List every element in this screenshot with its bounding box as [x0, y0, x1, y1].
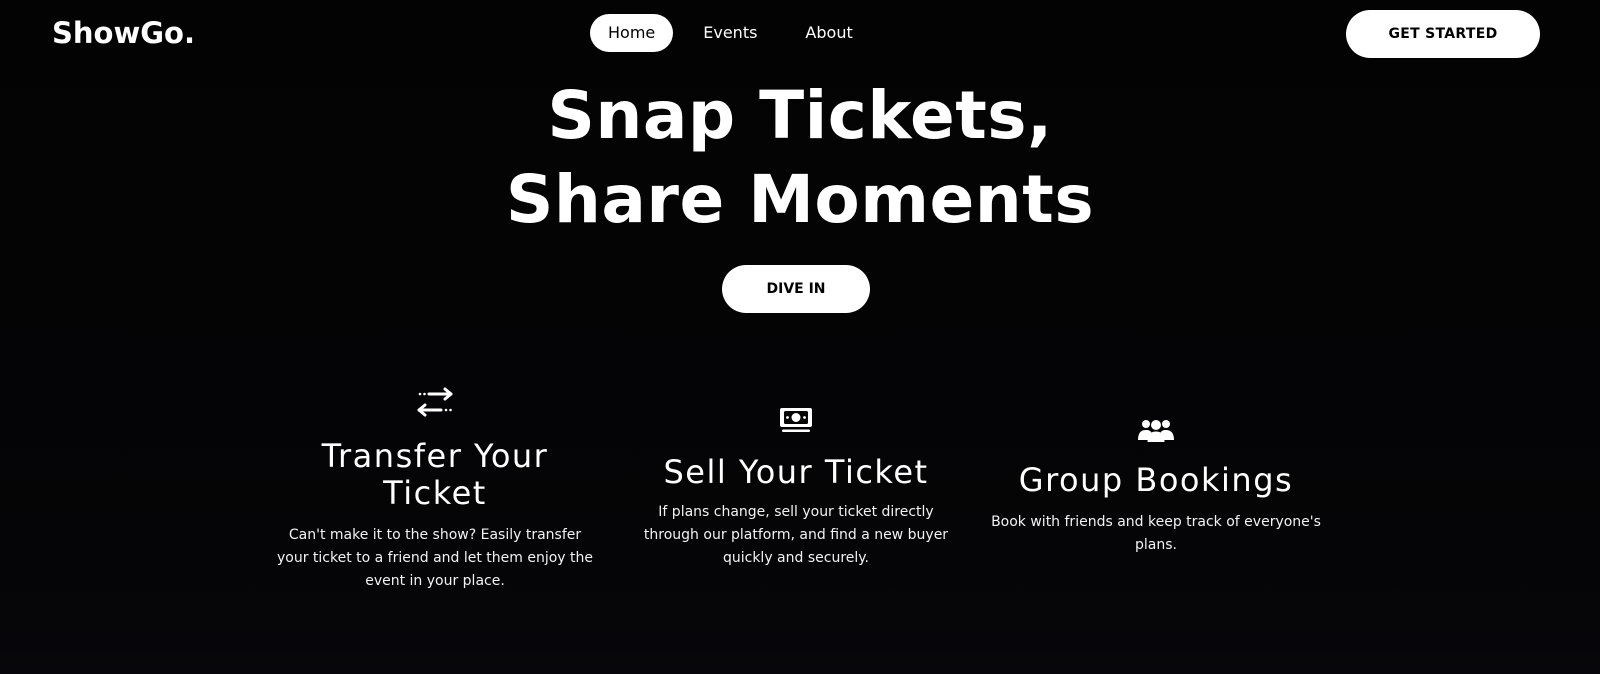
feature-group: Group Bookings Book with friends and kee…	[986, 418, 1326, 557]
nav-item-about[interactable]: About	[787, 14, 870, 52]
feature-description: Can't make it to the show? Easily transf…	[276, 527, 594, 589]
feature-description: Book with friends and keep track of ever…	[991, 514, 1321, 553]
feature-title: Sell Your Ticket	[663, 453, 929, 491]
main-nav: Home Events About	[590, 14, 883, 52]
user-group-icon	[1138, 420, 1174, 442]
hero-title-line-1: Snap Tickets,	[547, 77, 1053, 154]
hero-section: Snap Tickets, Share Moments	[0, 74, 1600, 242]
hero-title-line-2: Share Moments	[505, 161, 1095, 238]
transfer-arrows-icon	[417, 387, 453, 417]
feature-sell: Sell Your Ticket If plans change, sell y…	[626, 406, 966, 570]
nav-item-events[interactable]: Events	[685, 14, 775, 52]
get-started-button[interactable]: GET STARTED	[1346, 10, 1540, 58]
feature-title: Transfer Your Ticket	[321, 437, 549, 512]
top-navbar: ShowGo. Home Events About GET STARTED	[0, 0, 1600, 70]
feature-description: If plans change, sell your ticket direct…	[643, 504, 949, 566]
nav-item-home[interactable]: Home	[590, 14, 674, 52]
dive-in-button[interactable]: DIVE IN	[722, 265, 870, 313]
feature-transfer: Transfer Your Ticket Can't make it to th…	[265, 386, 605, 593]
money-bill-icon	[780, 408, 812, 432]
logo[interactable]: ShowGo.	[52, 16, 195, 50]
feature-title: Group Bookings	[1018, 461, 1294, 499]
